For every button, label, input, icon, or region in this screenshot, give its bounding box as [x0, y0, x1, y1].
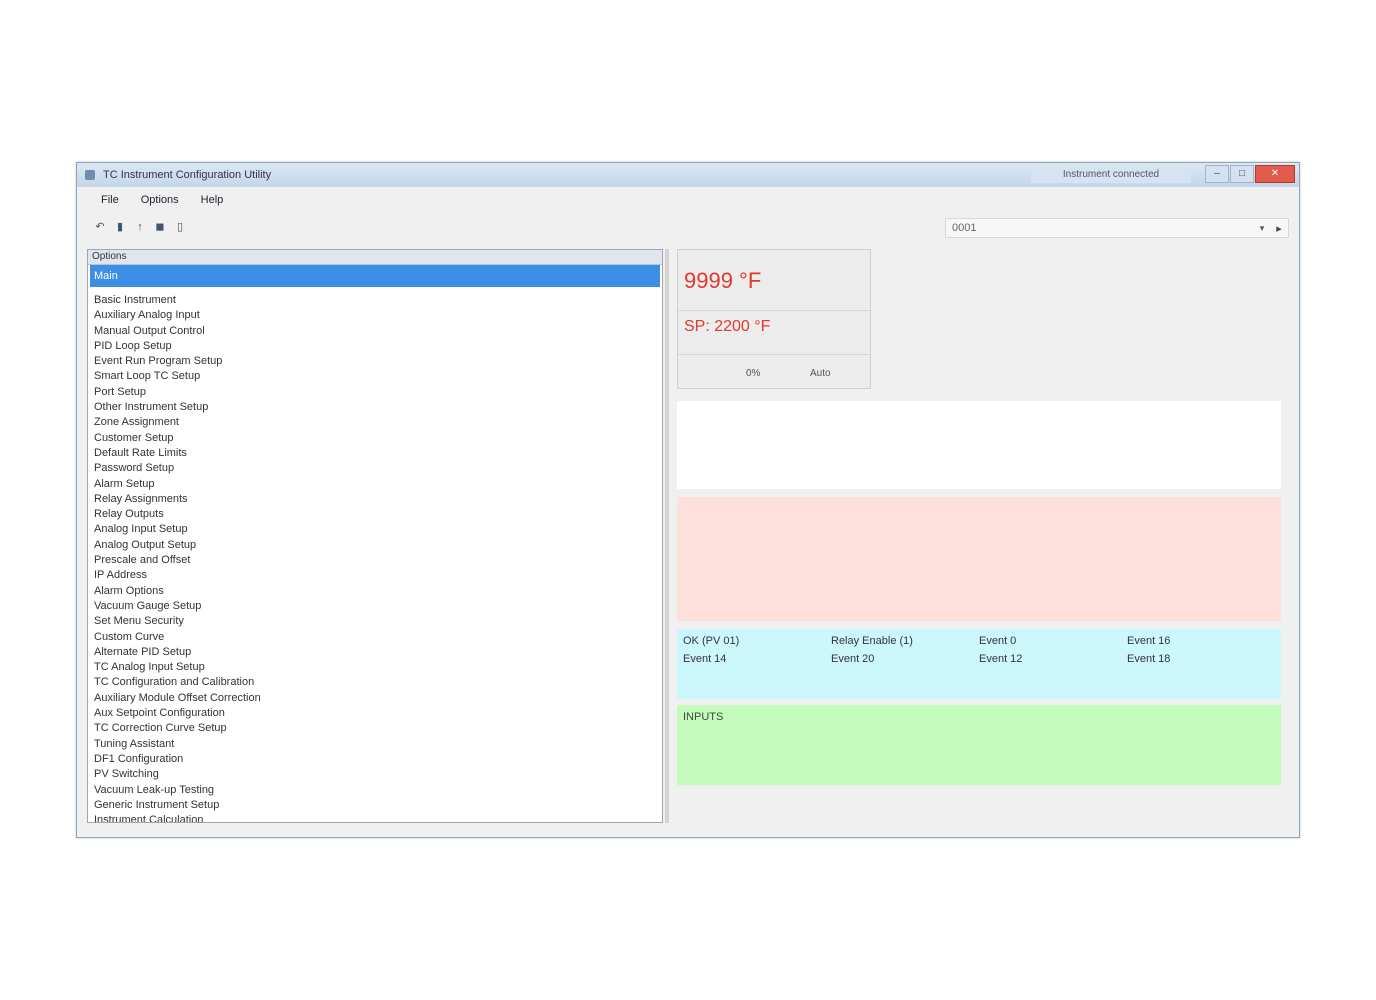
- event-label: Event 18: [1127, 653, 1171, 665]
- mode-label: Auto: [810, 368, 831, 379]
- list-item[interactable]: Vacuum Leak-up Testing: [88, 783, 662, 798]
- list-item[interactable]: Aux Setpoint Configuration: [88, 706, 662, 721]
- upload-icon[interactable]: ↑: [133, 220, 147, 234]
- menu-bar: File Options Help: [77, 189, 1299, 211]
- list-item[interactable]: Relay Assignments: [88, 492, 662, 507]
- event-label: Event 14: [683, 653, 727, 665]
- instrument-select-value: 0001: [952, 222, 977, 234]
- list-item[interactable]: Alarm Options: [88, 584, 662, 599]
- list-item[interactable]: Manual Output Control: [88, 324, 662, 339]
- undo-icon[interactable]: ↶: [93, 220, 107, 234]
- event-label: OK (PV 01): [683, 635, 740, 647]
- list-item[interactable]: Prescale and Offset: [88, 553, 662, 568]
- list-item[interactable]: Smart Loop TC Setup: [88, 369, 662, 384]
- list-item[interactable]: Analog Input Setup: [88, 522, 662, 537]
- list-item[interactable]: Tuning Assistant: [88, 737, 662, 752]
- list-item[interactable]: Analog Output Setup: [88, 538, 662, 553]
- stop-icon[interactable]: ◼: [153, 220, 167, 234]
- document-icon[interactable]: ▯: [173, 220, 187, 234]
- list-items: Basic Instrument Auxiliary Analog Input …: [88, 293, 662, 822]
- menu-options[interactable]: Options: [141, 194, 179, 206]
- list-item[interactable]: Password Setup: [88, 461, 662, 476]
- chevron-down-icon[interactable]: ▾: [1254, 223, 1270, 234]
- list-item[interactable]: TC Correction Curve Setup: [88, 721, 662, 736]
- pane-splitter[interactable]: [665, 249, 669, 823]
- window-controls: – □ ✕: [1204, 165, 1295, 183]
- window-title: TC Instrument Configuration Utility: [103, 169, 272, 181]
- list-item[interactable]: Vacuum Gauge Setup: [88, 599, 662, 614]
- list-item[interactable]: Auxiliary Analog Input: [88, 308, 662, 323]
- list-item[interactable]: Auxiliary Module Offset Correction: [88, 691, 662, 706]
- setpoint-value: SP: 2200 °F: [684, 318, 771, 335]
- app-icon: [85, 170, 95, 180]
- instrument-select[interactable]: 0001 ▾ ▸: [945, 218, 1289, 238]
- close-button[interactable]: ✕: [1255, 165, 1295, 183]
- title-bar: TC Instrument Configuration Utility Inst…: [77, 163, 1299, 187]
- list-item[interactable]: Default Rate Limits: [88, 446, 662, 461]
- list-item[interactable]: Customer Setup: [88, 431, 662, 446]
- divider: [678, 354, 870, 355]
- list-item[interactable]: Zone Assignment: [88, 415, 662, 430]
- list-item[interactable]: Generic Instrument Setup: [88, 798, 662, 813]
- list-item[interactable]: Alternate PID Setup: [88, 645, 662, 660]
- maximize-button[interactable]: □: [1230, 165, 1254, 183]
- list-item[interactable]: Instrument Calculation: [88, 813, 662, 822]
- event-label: Event 16: [1127, 635, 1171, 647]
- list-item-selected[interactable]: Main: [90, 265, 660, 287]
- status-box: 9999 °F SP: 2200 °F 0% Auto: [677, 249, 871, 389]
- event-label: Relay Enable (1): [831, 635, 913, 647]
- app-window: TC Instrument Configuration Utility Inst…: [76, 162, 1300, 838]
- options-list[interactable]: Options Main Basic Instrument Auxiliary …: [87, 249, 663, 823]
- event-label: Event 0: [979, 635, 1017, 647]
- list-item[interactable]: Set Menu Security: [88, 614, 662, 629]
- info-panel: [875, 249, 1281, 389]
- list-item[interactable]: PV Switching: [88, 767, 662, 782]
- inputs-panel: INPUTS: [677, 705, 1281, 785]
- title-status: Instrument connected: [1031, 167, 1191, 183]
- list-item[interactable]: Alarm Setup: [88, 477, 662, 492]
- list-item[interactable]: PID Loop Setup: [88, 339, 662, 354]
- list-item[interactable]: TC Configuration and Calibration: [88, 675, 662, 690]
- save-icon[interactable]: ▮: [113, 220, 127, 234]
- divider: [678, 310, 870, 311]
- minimize-button[interactable]: –: [1205, 165, 1229, 183]
- list-item[interactable]: Other Instrument Setup: [88, 400, 662, 415]
- event-label: Event 20: [831, 653, 875, 665]
- list-item[interactable]: IP Address: [88, 568, 662, 583]
- list-item[interactable]: TC Analog Input Setup: [88, 660, 662, 675]
- alarm-panel: [677, 497, 1281, 621]
- list-item[interactable]: DF1 Configuration: [88, 752, 662, 767]
- list-item[interactable]: Event Run Program Setup: [88, 354, 662, 369]
- menu-help[interactable]: Help: [201, 194, 224, 206]
- list-item[interactable]: Custom Curve: [88, 630, 662, 645]
- menu-file[interactable]: File: [101, 194, 119, 206]
- events-panel: OK (PV 01) Relay Enable (1) Event 0 Even…: [677, 629, 1281, 699]
- list-header: Options: [88, 250, 662, 265]
- output-percent: 0%: [746, 368, 761, 379]
- inputs-label: INPUTS: [683, 711, 724, 723]
- list-item[interactable]: Relay Outputs: [88, 507, 662, 522]
- list-item[interactable]: Basic Instrument: [88, 293, 662, 308]
- message-panel: [677, 401, 1281, 489]
- list-item[interactable]: Port Setup: [88, 385, 662, 400]
- event-label: Event 12: [979, 653, 1023, 665]
- process-value: 9999 °F: [684, 268, 762, 293]
- go-icon[interactable]: ▸: [1270, 222, 1288, 235]
